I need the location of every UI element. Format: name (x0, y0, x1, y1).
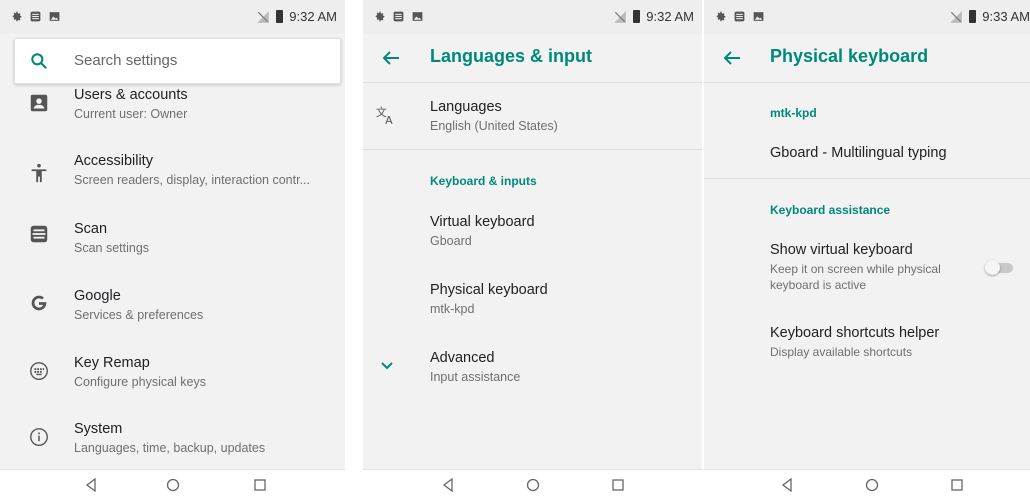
item-title: Scan (74, 221, 108, 237)
item-title: Key Remap (74, 355, 150, 371)
item-title: System (74, 421, 123, 437)
nav-back-icon[interactable] (84, 478, 98, 492)
nav-home-icon[interactable] (526, 478, 540, 492)
accessibility-icon (31, 163, 47, 183)
gear-icon (375, 11, 385, 22)
item-title: Languages (430, 99, 502, 115)
settings-screen: 9:32 AM Search settings Users & accounts… (0, 0, 345, 500)
settings-item-google[interactable]: Google Services & preferences (0, 285, 345, 345)
scan-icon (30, 225, 48, 243)
toggle-thumb (985, 260, 1000, 275)
item-subtitle: Configure physical keys (74, 375, 207, 389)
no-signal-icon (614, 10, 627, 23)
scanner-status-icon (393, 11, 404, 22)
item-title: Advanced (430, 350, 495, 366)
device-header: mtk-kpd (770, 106, 817, 120)
virtual-keyboard-item[interactable]: Virtual keyboard Gboard (363, 211, 702, 271)
category-header: Keyboard & inputs (430, 174, 537, 188)
nav-recents-icon[interactable] (950, 478, 964, 492)
app-toolbar: Physical keyboard (704, 34, 1030, 83)
divider (363, 149, 702, 150)
item-title: Physical keyboard (430, 282, 548, 298)
keyboard-icon (30, 362, 48, 380)
account-box-icon (30, 94, 48, 112)
item-subtitle: Input assistance (430, 370, 521, 384)
nav-back-icon[interactable] (441, 478, 455, 492)
image-icon (412, 12, 423, 21)
status-bar: 9:33 AM (704, 0, 1030, 34)
status-bar: 9:32 AM (363, 0, 702, 34)
item-subtitle: Scan settings (74, 241, 150, 255)
search-bar[interactable]: Search settings (14, 38, 341, 84)
image-icon (753, 12, 764, 21)
back-arrow-icon[interactable] (720, 46, 744, 70)
item-subtitle: mtk-kpd (430, 302, 475, 316)
physical-keyboard-screen: 9:33 AM Physical keyboard mtk-kpd Gboard… (704, 0, 1030, 500)
item-subtitle: Display available shortcuts (770, 345, 913, 359)
item-title: Show virtual keyboard (770, 242, 913, 258)
image-icon (49, 12, 60, 21)
category-header: Keyboard assistance (770, 203, 891, 217)
settings-item-key-remap[interactable]: Key Remap Configure physical keys (0, 352, 345, 412)
item-subtitle: Screen readers, display, interaction con… (74, 173, 310, 187)
back-arrow-icon[interactable] (379, 46, 403, 70)
nav-bar (704, 469, 1030, 500)
nav-bar (0, 469, 345, 500)
gboard-item[interactable]: Gboard - Multilingual typing (704, 136, 1030, 176)
divider (704, 178, 1030, 179)
translate-icon: 文A (376, 105, 393, 126)
nav-home-icon[interactable] (166, 478, 180, 492)
app-toolbar: Languages & input (363, 34, 702, 83)
chevron-down-icon (381, 362, 393, 370)
item-title: Google (74, 288, 121, 304)
search-placeholder: Search settings (74, 52, 178, 69)
settings-item-scan[interactable]: Scan Scan settings (0, 218, 345, 278)
item-title: Keyboard shortcuts helper (770, 325, 940, 341)
item-title: Accessibility (74, 153, 153, 169)
physical-keyboard-item[interactable]: Physical keyboard mtk-kpd (363, 279, 702, 339)
item-subtitle: Gboard (430, 234, 472, 248)
clock: 9:32 AM (646, 9, 694, 24)
show-virtual-keyboard-toggle[interactable] (985, 260, 1013, 275)
no-signal-icon (257, 10, 270, 23)
info-icon (30, 428, 48, 446)
settings-item-accessibility[interactable]: Accessibility Screen readers, display, i… (0, 150, 345, 210)
page-title: Languages & input (430, 46, 592, 66)
gear-icon (12, 11, 22, 22)
item-subtitle: Services & preferences (74, 308, 204, 322)
item-subtitle-line2: keyboard is active (770, 278, 867, 292)
clock: 9:33 AM (982, 9, 1030, 24)
item-subtitle-line1: Keep it on screen while physical (770, 262, 941, 276)
nav-recents-icon[interactable] (611, 478, 625, 492)
nav-home-icon[interactable] (865, 478, 879, 492)
languages-item[interactable]: 文A Languages English (United States) (363, 96, 702, 156)
no-signal-icon (950, 10, 963, 23)
nav-back-icon[interactable] (780, 478, 794, 492)
nav-recents-icon[interactable] (253, 478, 267, 492)
clock: 9:32 AM (289, 9, 337, 24)
search-icon (31, 53, 47, 69)
item-title: Gboard - Multilingual typing (770, 145, 947, 161)
advanced-item[interactable]: Advanced Input assistance (363, 347, 702, 407)
google-icon (31, 295, 47, 311)
battery-icon (633, 10, 641, 23)
item-subtitle: Current user: Owner (74, 107, 188, 121)
settings-item-users-accounts[interactable]: Users & accounts Current user: Owner (0, 84, 345, 144)
show-virtual-keyboard-item[interactable]: Show virtual keyboard Keep it on screen … (704, 240, 1030, 300)
scanner-status-icon (30, 11, 41, 22)
item-subtitle: English (United States) (430, 119, 558, 133)
languages-input-screen: 9:32 AM Languages & input 文A Languages E… (363, 0, 702, 500)
keyboard-shortcuts-helper-item[interactable]: Keyboard shortcuts helper Display availa… (704, 322, 1030, 372)
item-title: Virtual keyboard (430, 214, 535, 230)
svg-text:A: A (385, 114, 393, 126)
nav-bar (363, 469, 702, 500)
gear-icon (716, 11, 726, 22)
page-title: Physical keyboard (770, 46, 929, 66)
item-title: Users & accounts (74, 87, 188, 103)
item-subtitle: Languages, time, backup, updates (74, 441, 266, 455)
battery-icon (969, 10, 977, 23)
battery-icon (276, 10, 284, 23)
status-bar: 9:32 AM (0, 0, 345, 34)
scanner-status-icon (734, 11, 745, 22)
